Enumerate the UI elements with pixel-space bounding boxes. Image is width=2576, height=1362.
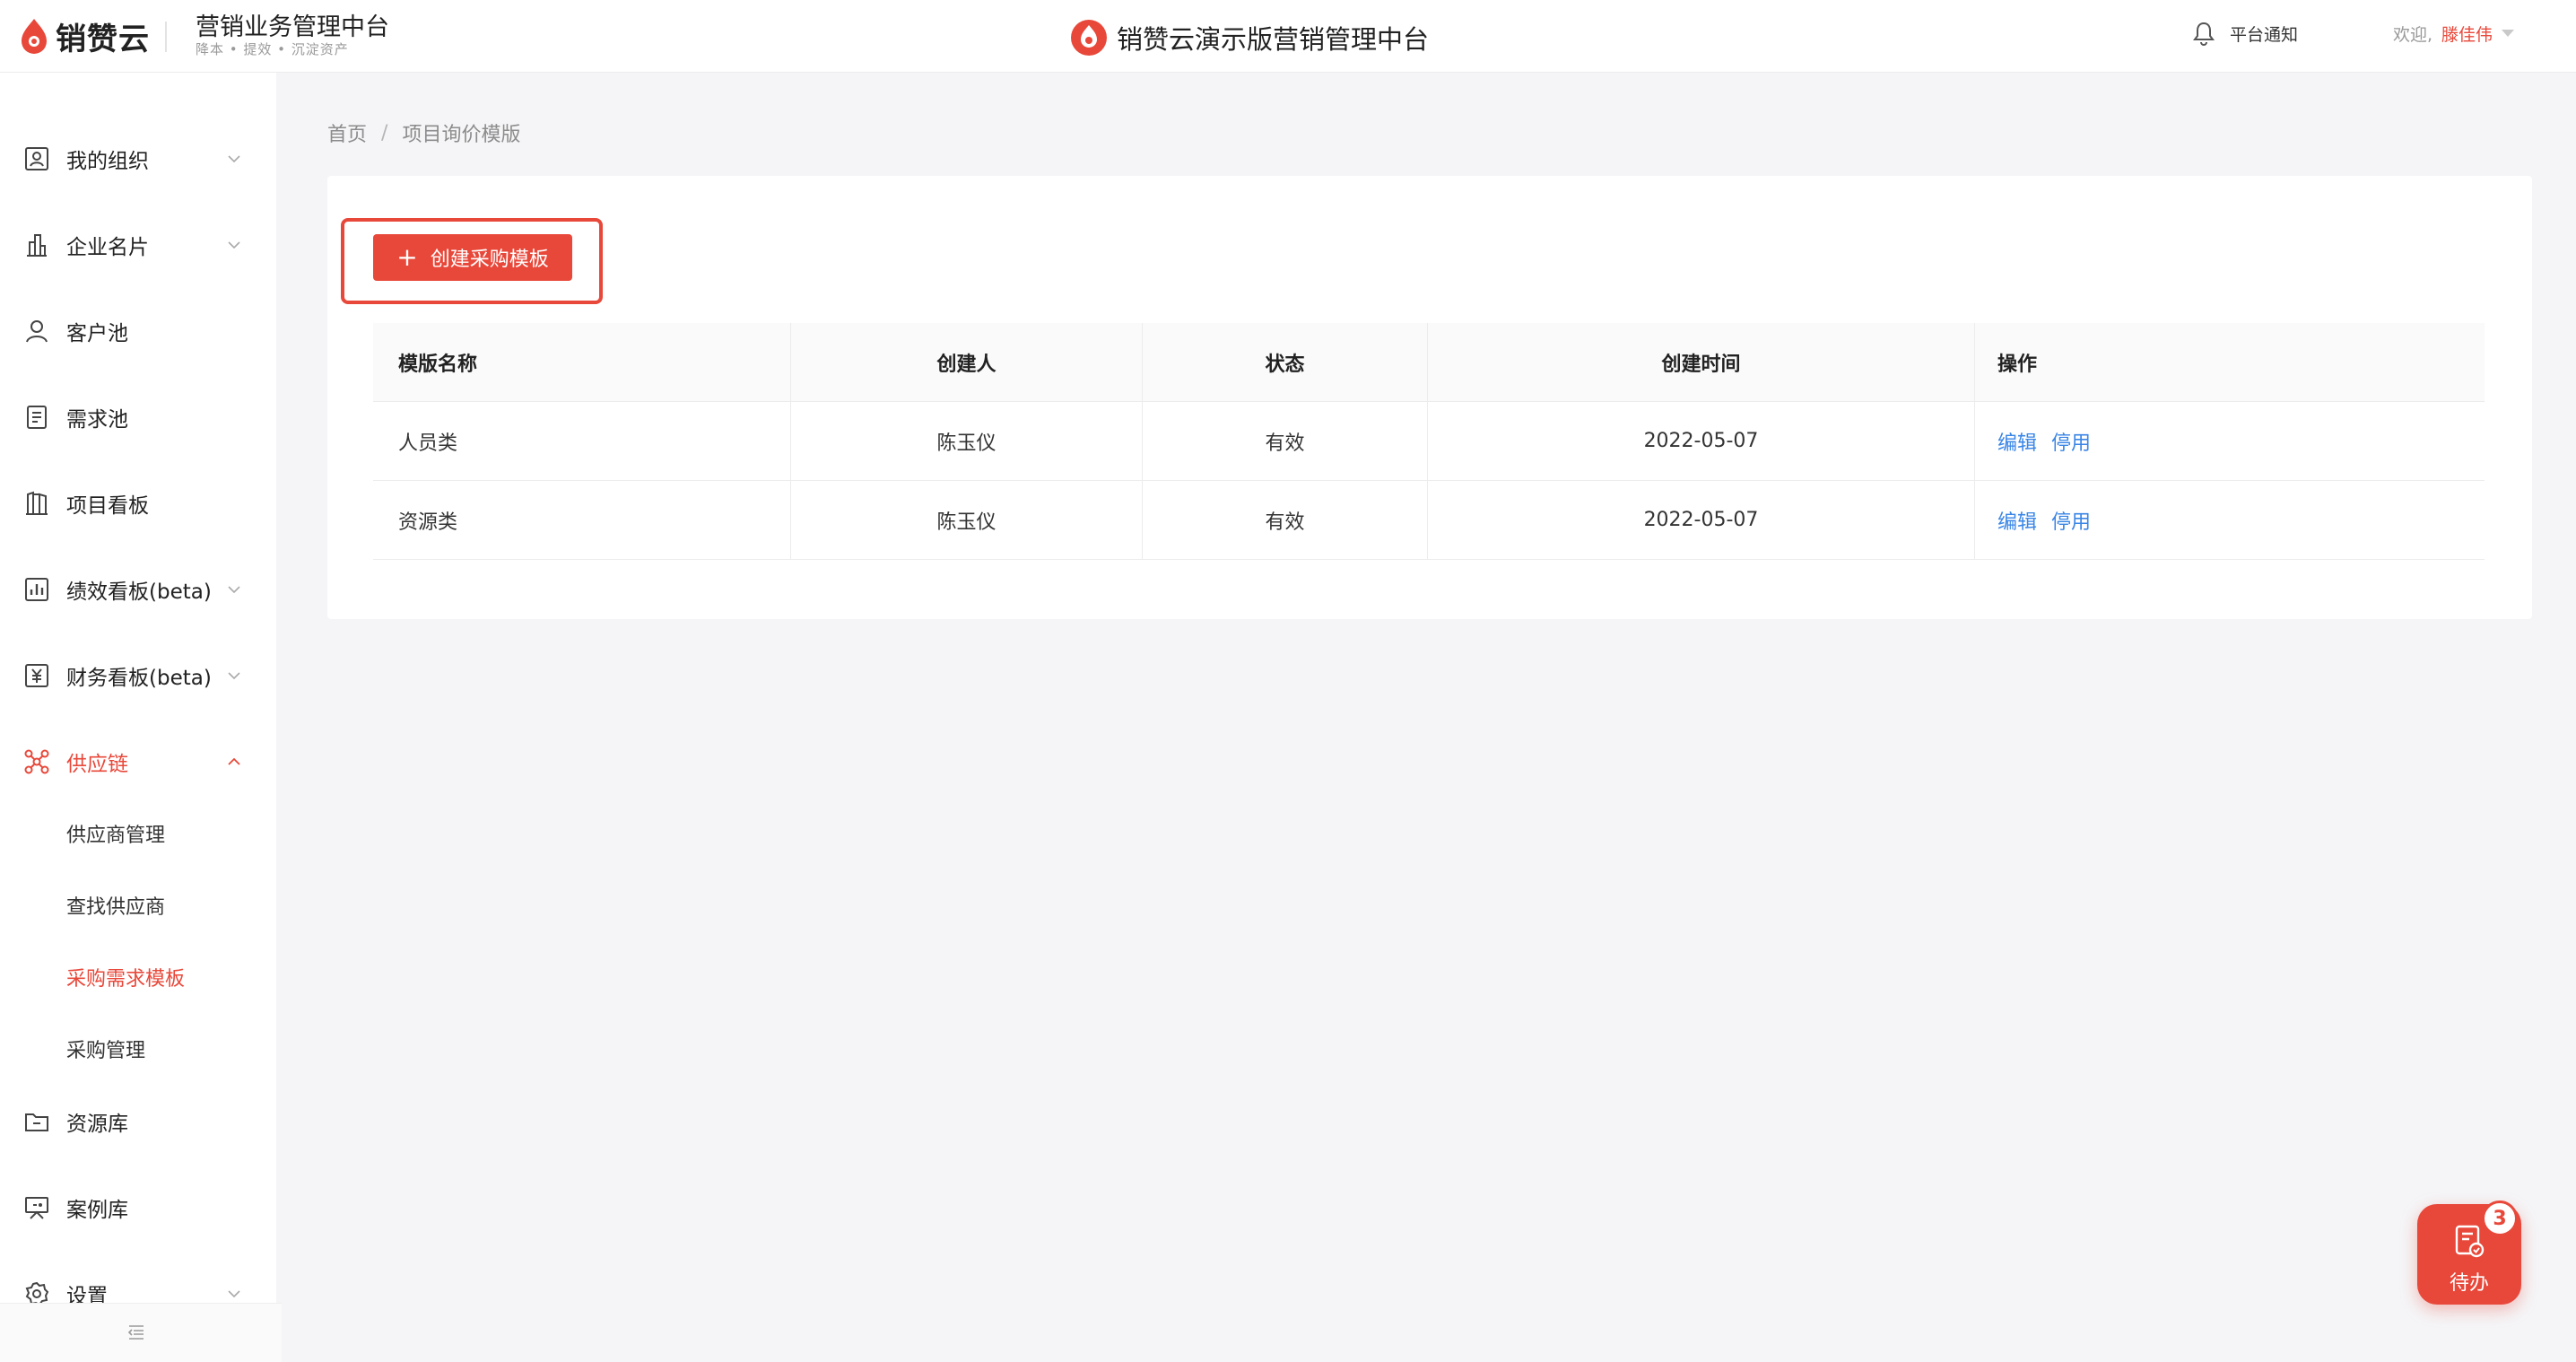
sidebar-item-label: 绩效看板(beta) (66, 581, 212, 604)
cell-status: 有效 (1143, 481, 1428, 559)
brand-mark-icon (1071, 20, 1107, 56)
todo-icon (2455, 1225, 2485, 1258)
center-brand: 销赞云演示版营销管理中台 (1070, 18, 1429, 57)
column-header-status: 状态 (1143, 323, 1428, 401)
todo-floating-button[interactable]: 待办 3 (2417, 1200, 2521, 1305)
platform-notification[interactable]: 平台通知 (2192, 18, 2298, 48)
brand-logo[interactable]: 销赞云 (18, 16, 150, 57)
cell-status: 有效 (1143, 402, 1428, 480)
sub-item-find-supplier[interactable]: 查找供应商 (66, 891, 165, 920)
app-title: 营销业务管理中台 (196, 13, 389, 41)
org-icon (22, 144, 52, 174)
document-icon (22, 402, 52, 432)
bell-icon (2193, 22, 2215, 46)
network-icon (22, 746, 52, 777)
table-row: 人员类 陈玉仪 有效 2022-05-07 编辑 停用 (373, 402, 2485, 481)
create-purchase-template-button[interactable]: + 创建采购模板 (373, 234, 572, 281)
breadcrumb-separator: / (381, 121, 388, 144)
sub-item-purchase-management[interactable]: 采购管理 (66, 1035, 145, 1063)
plus-icon: + (396, 242, 418, 272)
cell-created-time: 2022-05-07 (1428, 481, 1975, 559)
logo-text: 销赞云 (56, 21, 150, 57)
sidebar-item-label: 财务看板(beta) (66, 667, 212, 690)
center-title: 销赞云演示版营销管理中台 (1117, 24, 1430, 55)
sidebar-item-label: 客户池 (66, 322, 128, 345)
column-header-created-time: 创建时间 (1428, 323, 1975, 401)
top-header: 销赞云 营销业务管理中台 降本 • 提效 • 沉淀资产 销赞云演示版营销管理中台… (0, 0, 2576, 73)
sidebar-item-supply-chain[interactable]: 供应链 (0, 735, 276, 789)
collapse-menu-icon (127, 1325, 144, 1340)
folder-icon (22, 1106, 52, 1137)
table-row: 资源类 陈玉仪 有效 2022-05-07 编辑 停用 (373, 481, 2485, 560)
yen-icon (22, 660, 52, 691)
cell-creator: 陈玉仪 (791, 402, 1143, 480)
sidebar-item-label: 供应链 (66, 753, 128, 776)
sidebar-item-performance-board[interactable]: 绩效看板(beta) (0, 563, 276, 616)
edit-link[interactable]: 编辑 (1997, 427, 2037, 456)
template-table: 模版名称 创建人 状态 创建时间 操作 人员类 陈玉仪 有效 2022-05-0… (373, 323, 2485, 560)
column-header-creator: 创建人 (791, 323, 1143, 401)
breadcrumb-current: 项目询价模版 (402, 124, 521, 146)
user-menu[interactable]: 欢迎, 滕佳伟 (2393, 20, 2515, 47)
sidebar-item-label: 项目看板 (66, 494, 149, 518)
caret-down-icon (2502, 30, 2515, 37)
sidebar-item-finance-board[interactable]: 财务看板(beta) (0, 649, 276, 703)
disable-link[interactable]: 停用 (2051, 506, 2091, 535)
notification-label: 平台通知 (2230, 24, 2299, 45)
todo-label: 待办 (2449, 1272, 2489, 1295)
cell-creator: 陈玉仪 (791, 481, 1143, 559)
column-header-actions: 操作 (1997, 353, 2038, 376)
chevron-down-icon (228, 241, 240, 249)
app-slogan: 降本 • 提效 • 沉淀资产 (196, 41, 349, 57)
logo-icon (22, 19, 47, 54)
cell-actions: 编辑 停用 (1975, 481, 2485, 559)
create-button-label: 创建采购模板 (430, 249, 549, 271)
chevron-down-icon (228, 672, 240, 680)
cell-template-name: 资源类 (373, 481, 791, 559)
kanban-icon (22, 488, 52, 519)
header-divider (165, 22, 167, 52)
presentation-icon (22, 1192, 52, 1223)
disable-link[interactable]: 停用 (2051, 427, 2091, 456)
breadcrumb-home[interactable]: 首页 (327, 118, 367, 147)
sidebar-item-label: 案例库 (66, 1199, 128, 1222)
sidebar-item-case-library[interactable]: 案例库 (0, 1181, 276, 1235)
chevron-up-icon (228, 757, 240, 765)
sub-item-purchase-template[interactable]: 采购需求模板 (66, 963, 185, 991)
welcome-text: 欢迎, (2393, 24, 2433, 45)
sidebar-item-label: 资源库 (66, 1113, 128, 1136)
user-icon (22, 316, 52, 346)
sidebar-collapse-bar[interactable] (0, 1303, 282, 1362)
sidebar-item-demand-pool[interactable]: 需求池 (0, 390, 276, 444)
chevron-down-icon (228, 1290, 240, 1298)
cell-template-name: 人员类 (373, 402, 791, 480)
edit-link[interactable]: 编辑 (1997, 506, 2037, 535)
sidebar-item-my-org[interactable]: 我的组织 (0, 132, 276, 186)
chevron-down-icon (228, 586, 240, 594)
column-header-template-name: 模版名称 (373, 323, 791, 401)
sidebar-item-project-board[interactable]: 项目看板 (0, 476, 276, 530)
user-name: 滕佳伟 (2441, 24, 2493, 45)
table-header-row: 模版名称 创建人 状态 创建时间 操作 (373, 323, 2485, 402)
sidebar-item-resource-library[interactable]: 资源库 (0, 1095, 276, 1148)
sidebar: 我的组织 企业名片 客户池 需求池 项目看板 绩效看板(beta) 财务看板(b… (0, 73, 276, 1362)
sidebar-item-customer-pool[interactable]: 客户池 (0, 304, 276, 358)
sidebar-item-label: 需求池 (66, 408, 128, 432)
sub-item-supplier-management[interactable]: 供应商管理 (66, 819, 165, 848)
todo-count-badge: 3 (2482, 1200, 2518, 1236)
chevron-down-icon (228, 155, 240, 163)
breadcrumb: 首页 / 项目询价模版 (327, 118, 520, 147)
cell-actions: 编辑 停用 (1975, 402, 2485, 480)
building-icon (22, 230, 52, 260)
sidebar-item-label: 我的组织 (66, 150, 149, 173)
chart-icon (22, 574, 52, 605)
sidebar-item-label: 企业名片 (66, 236, 149, 259)
cell-created-time: 2022-05-07 (1428, 402, 1975, 480)
sidebar-item-company-card[interactable]: 企业名片 (0, 218, 276, 272)
